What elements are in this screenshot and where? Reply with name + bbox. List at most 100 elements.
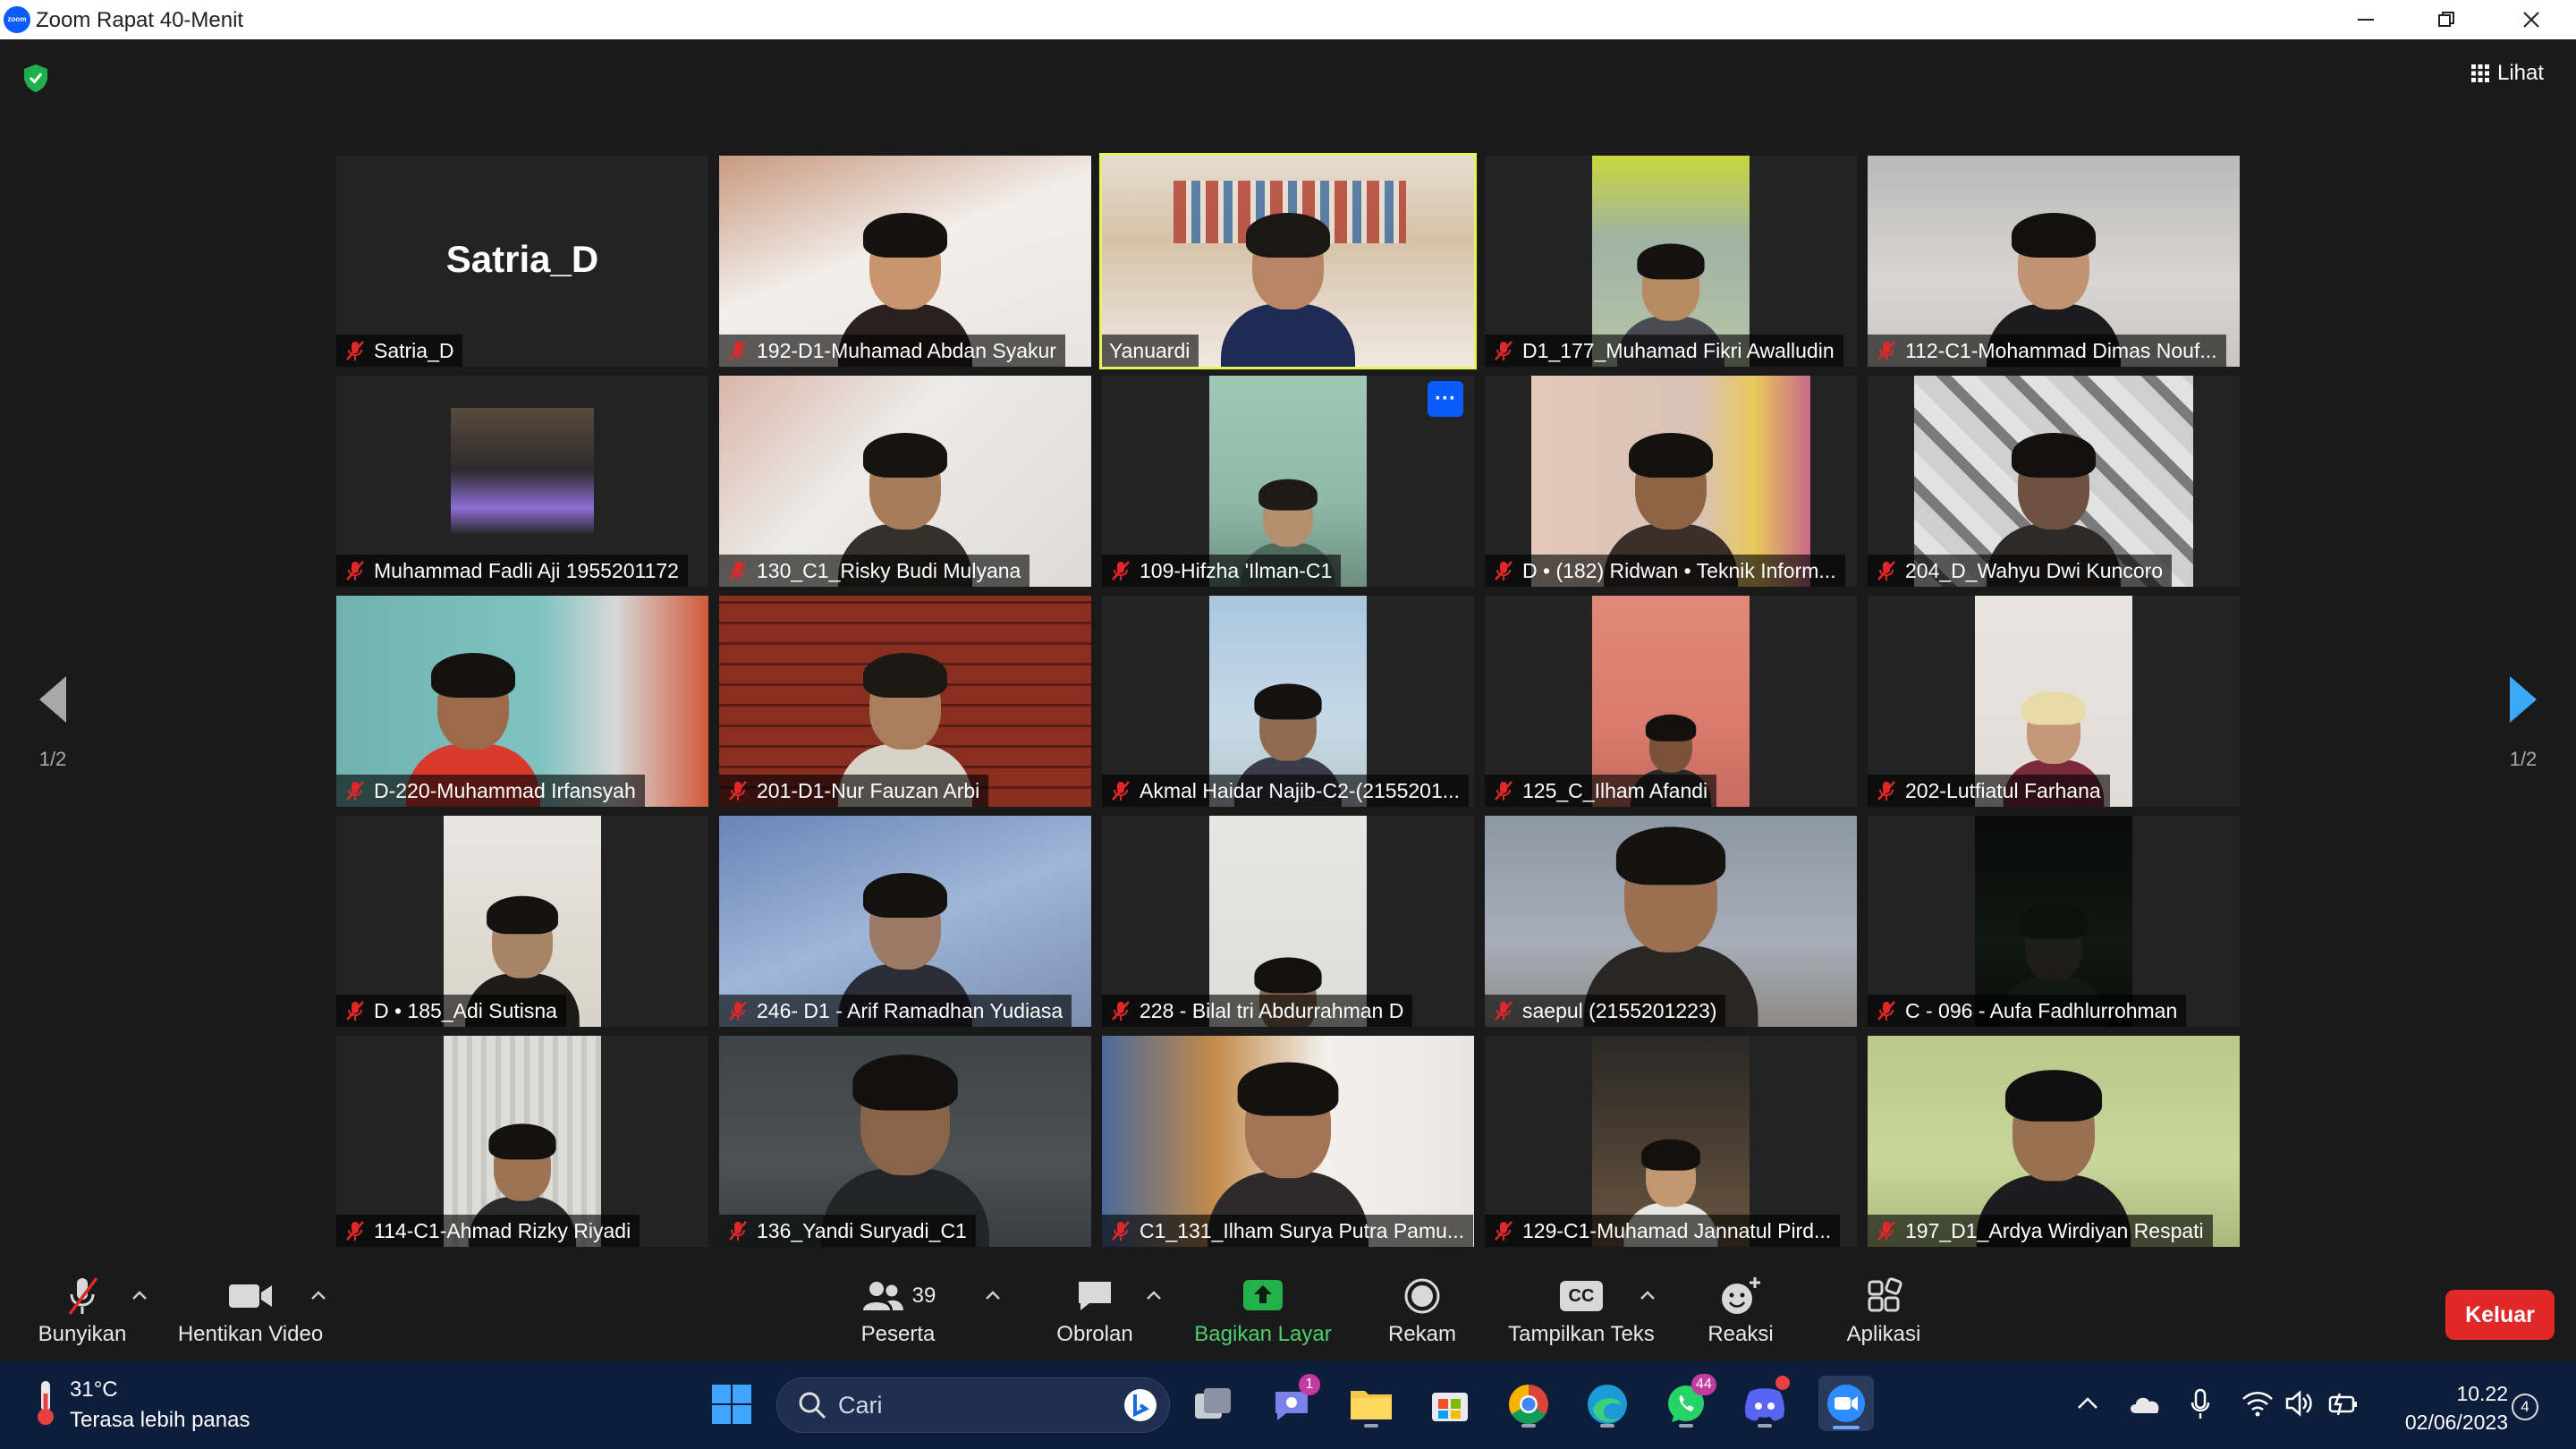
participant-name-bar: C - 096 - Aufa Fadhlurrohman [1868,995,2187,1027]
participant-tile[interactable]: D1_177_Muhamad Fikri Awalludin [1485,156,1857,367]
muted-mic-icon [1495,1221,1513,1241]
share-screen-icon [1243,1280,1283,1310]
participant-tile[interactable]: ··· 109-Hifzha 'Ilman-C1 [1102,376,1474,587]
apps-button[interactable]: Aplikasi [1794,1274,1973,1354]
muted-mic-icon [1112,561,1130,580]
participants-options-chevron-icon[interactable] [982,1286,1004,1304]
participant-tile[interactable]: C1_131_Ilham Surya Putra Pamu... [1102,1036,1474,1247]
teams-chat-button[interactable]: 1 [1268,1374,1320,1429]
muted-mic-icon [1495,561,1513,580]
record-icon [1404,1278,1440,1314]
record-button[interactable]: Rekam [1333,1274,1512,1354]
participant-tile[interactable]: D-220-Muhammad Irfansyah [336,596,708,807]
muted-mic-icon [1112,1001,1130,1021]
participant-tile[interactable]: C - 096 - Aufa Fadhlurrohman [1868,816,2240,1027]
microsoft-store-button[interactable] [1425,1379,1475,1429]
clock-time: 10.22 [2456,1382,2508,1405]
participant-tile[interactable]: Muhammad Fadli Aji 1955201172 [336,376,708,587]
muted-mic-icon [1877,341,1895,360]
participant-name: 136_Yandi Suryadi_C1 [757,1218,967,1242]
participant-tile[interactable]: 114-C1-Ahmad Rizky Riyadi [336,1036,708,1247]
discord-button[interactable] [1740,1376,1790,1429]
close-button[interactable] [2491,0,2572,39]
next-page-button[interactable]: 1/2 [2492,674,2555,771]
participant-tile[interactable]: 201-D1-Nur Fauzan Arbi [719,596,1091,807]
edge-button[interactable] [1582,1379,1632,1429]
minimize-button[interactable] [2326,0,2406,39]
participant-name: C - 096 - Aufa Fadhlurrohman [1905,998,2178,1022]
record-label: Rekam [1387,1322,1457,1346]
participant-name-bar: 129-C1-Muhamad Jannatul Pird... [1485,1215,1841,1247]
participant-name-bar: D • (182) Ridwan • Teknik Inform... [1485,555,1845,587]
wifi-icon[interactable] [2241,1390,2274,1417]
chat-options-chevron-icon[interactable] [1143,1286,1165,1304]
show-hidden-icons-chevron-icon[interactable] [2075,1394,2100,1415]
encryption-shield-icon[interactable] [21,63,50,93]
muted-mic-icon [1495,781,1513,801]
participant-name: 114-C1-Ahmad Rizky Riyadi [374,1218,631,1242]
participant-name: D • 185_Adi Sutisna [374,998,557,1022]
speaker-volume-icon[interactable] [2284,1390,2313,1417]
video-options-chevron-icon[interactable] [308,1286,329,1304]
leave-button[interactable]: Keluar [2445,1290,2555,1340]
notification-center-badge[interactable]: 4 [2512,1394,2538,1420]
participant-tile[interactable]: Satria_D Satria_D [336,156,708,367]
participant-name-bar: 201-D1-Nur Fauzan Arbi [719,775,989,807]
bing-icon[interactable] [1123,1387,1158,1423]
participant-tile[interactable]: 197_D1_Ardya Wirdiyan Respati [1868,1036,2240,1247]
participant-tile[interactable]: 136_Yandi Suryadi_C1 [719,1036,1091,1247]
show-captions-label: Tampilkan Teks [1508,1322,1655,1346]
participants-button[interactable]: 39 Peserta [809,1274,987,1354]
task-view-button[interactable] [1188,1379,1238,1429]
participant-tile[interactable]: Akmal Haidar Najib-C2-(2155201... [1102,596,1474,807]
tile-more-options-button[interactable]: ··· [1428,381,1463,417]
participant-tile[interactable]: 130_C1_Risky Budi Mulyana [719,376,1091,587]
restore-button[interactable] [2406,0,2487,39]
search-placeholder: Cari [838,1391,883,1419]
close-icon [2523,12,2539,28]
battery-charging-icon[interactable] [2327,1390,2360,1417]
whatsapp-button[interactable]: 44 [1661,1374,1716,1429]
participant-tile[interactable]: 192-D1-Muhamad Abdan Syakur [719,156,1091,367]
start-button[interactable] [707,1379,757,1429]
muted-mic-icon [729,781,747,801]
chrome-button[interactable] [1504,1379,1554,1429]
participant-name: Yanuardi [1109,338,1191,362]
participant-tile[interactable]: D • (182) Ridwan • Teknik Inform... [1485,376,1857,587]
windows-logo-icon [712,1385,751,1424]
zoom-button[interactable] [1818,1376,1874,1431]
participant-tile[interactable]: 112-C1-Mohammad Dimas Nouf... [1868,156,2240,367]
active-speaker-tile[interactable]: Yanuardi [1099,153,1477,369]
participant-tile[interactable]: saepul (2155201223) [1485,816,1857,1027]
discord-icon [1745,1388,1784,1421]
participant-tile[interactable]: 204_D_Wahyu Dwi Kuncoro [1868,376,2240,587]
microphone-icon[interactable] [2190,1388,2211,1420]
participant-name: C1_131_Ilham Surya Putra Pamu... [1140,1218,1465,1242]
page-indicator-left: 1/2 [38,748,67,770]
participants-label: Peserta [860,1322,936,1346]
participant-tile[interactable]: 246- D1 - Arif Ramadhan Yudiasa [719,816,1091,1027]
file-explorer-button[interactable] [1346,1379,1396,1429]
participant-name: 204_D_Wahyu Dwi Kuncoro [1905,558,2164,582]
participant-tile[interactable]: D • 185_Adi Sutisna [336,816,708,1027]
participant-tile[interactable]: 125_C_Ilham Afandi [1485,596,1857,807]
muted-mic-icon [729,1221,747,1241]
taskbar-clock[interactable]: 10.22 02/06/2023 [2383,1379,2508,1436]
participant-tile[interactable]: 129-C1-Muhamad Jannatul Pird... [1485,1036,1857,1247]
participant-name-bar: Muhammad Fadli Aji 1955201172 [336,555,688,587]
taskbar-search-box[interactable]: Cari [776,1377,1170,1433]
audio-options-chevron-icon[interactable] [129,1286,150,1304]
weather-widget[interactable]: 31°C Terasa lebih panas [32,1377,250,1433]
view-button[interactable]: Lihat [2470,55,2544,91]
previous-page-button[interactable]: 1/2 [21,674,84,771]
muted-mic-icon [1112,781,1130,801]
participant-name-bar: 136_Yandi Suryadi_C1 [719,1215,976,1247]
muted-mic-icon [1495,1001,1513,1021]
share-screen-button[interactable]: Bagikan Layar [1174,1274,1352,1354]
participant-name: Satria_D [374,338,454,362]
onedrive-cloud-icon[interactable] [2127,1392,2163,1417]
participant-name: Muhammad Fadli Aji 1955201172 [374,558,679,582]
edge-icon [1588,1385,1627,1424]
participant-tile[interactable]: 228 - Bilal tri Abdurrahman D [1102,816,1474,1027]
participant-tile[interactable]: 202-Lutfiatul Farhana [1868,596,2240,807]
